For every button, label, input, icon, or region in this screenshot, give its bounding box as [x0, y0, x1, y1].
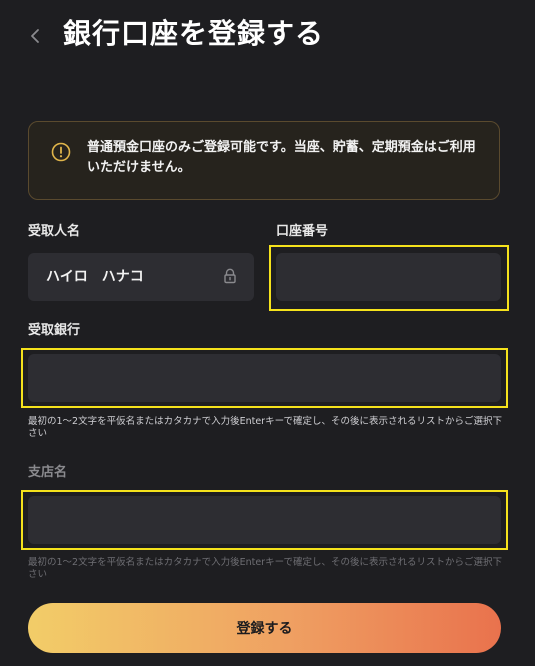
recipient-name-value: ハイロ ハナコ: [46, 269, 144, 285]
recipient-name-field: ハイロ ハナコ: [28, 253, 254, 301]
warning-circle-icon: [51, 142, 71, 162]
branch-label: 支店名: [28, 465, 68, 480]
notice-text: 普通預金口座のみご登録可能です。当座、貯蓄、定期預金はご利用いただけません。: [87, 140, 476, 175]
bank-input[interactable]: [28, 354, 501, 402]
branch-input[interactable]: [28, 496, 501, 544]
lock-icon: [223, 268, 237, 284]
register-bank-account-page: 銀行口座を登録する 普通預金口座のみご登録可能です。当座、貯蓄、定期預金はご利用…: [0, 0, 535, 666]
branch-field[interactable]: [28, 496, 501, 544]
bank-hint: 最初の1〜2文字を平仮名またはカタカナで入力後Enterキーで確定し、その後に表…: [28, 416, 503, 439]
page-title: 銀行口座を登録する: [63, 17, 325, 50]
bank-label: 受取銀行: [28, 323, 81, 338]
submit-button[interactable]: 登録する: [28, 603, 501, 653]
recipient-name-label: 受取人名: [28, 224, 81, 239]
account-number-label: 口座番号: [276, 224, 329, 239]
bank-field[interactable]: [28, 354, 501, 402]
back-chevron-icon[interactable]: [28, 24, 48, 48]
account-number-field[interactable]: [276, 253, 501, 301]
notice-banner: 普通預金口座のみご登録可能です。当座、貯蓄、定期預金はご利用いただけません。: [28, 121, 500, 200]
branch-hint: 最初の1〜2文字を平仮名またはカタカナで入力後Enterキーで確定し、その後に表…: [28, 557, 503, 580]
account-number-input[interactable]: [276, 253, 501, 301]
